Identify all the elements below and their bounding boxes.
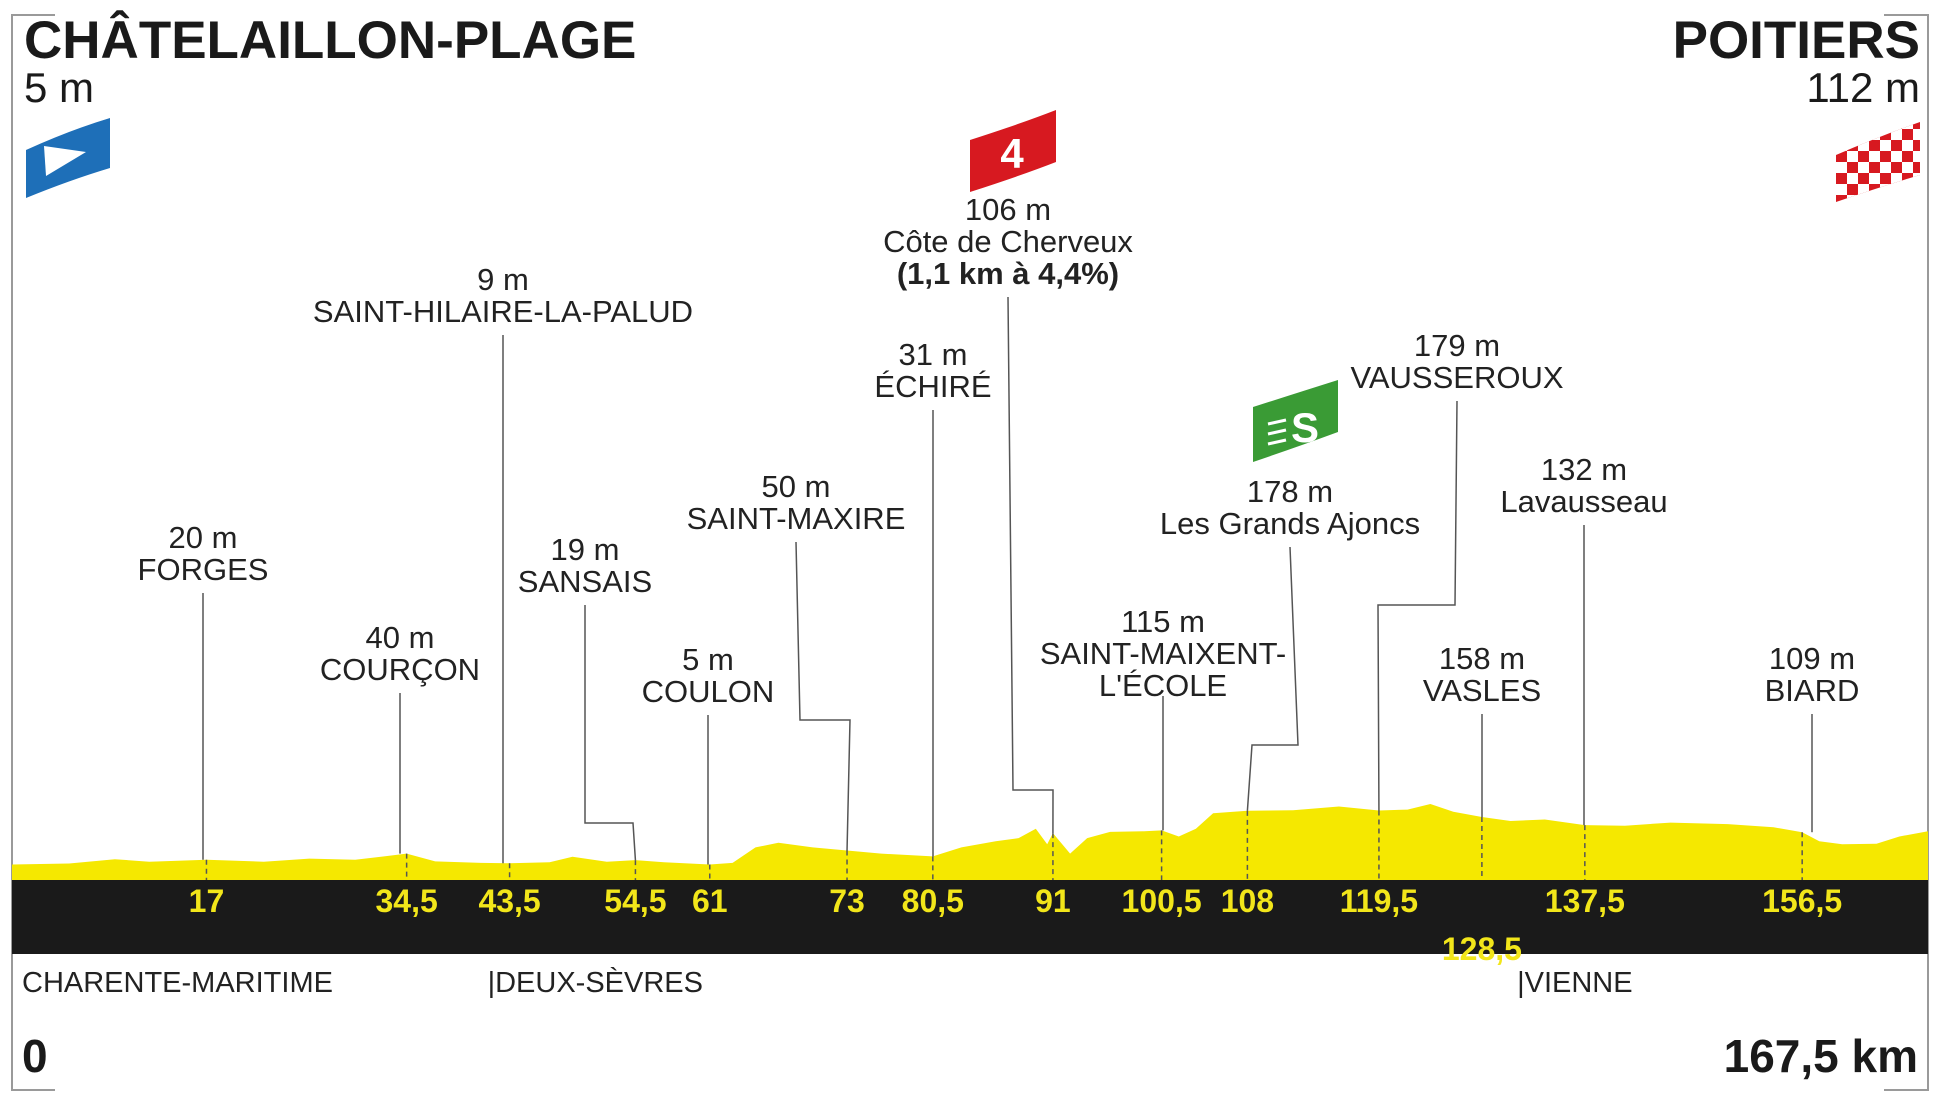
km-label: 17	[189, 883, 225, 919]
km-label: 108	[1221, 883, 1274, 919]
waypoint-altitude: 179 m	[1414, 328, 1500, 363]
waypoint-name: ÉCHIRÉ	[874, 369, 991, 404]
region-label: |VIENNE	[1517, 967, 1633, 999]
waypoint-altitude: 109 m	[1769, 641, 1855, 676]
waypoint-name: BIARD	[1765, 673, 1860, 708]
waypoint-leader	[1246, 546, 1299, 811]
km-label: 34,5	[375, 883, 437, 919]
km-label: 128,5	[1442, 931, 1522, 967]
waypoint-name-line2: L'ÉCOLE	[1099, 668, 1227, 703]
waypoint-altitude: 19 m	[551, 532, 620, 567]
climb-details: (1,1 km à 4,4%)	[897, 256, 1119, 291]
waypoint-altitude: 5 m	[682, 642, 734, 677]
distance-start: 0	[22, 1030, 48, 1082]
finish-altitude: 112 m	[1806, 64, 1920, 111]
waypoint-name: Les Grands Ajoncs	[1160, 506, 1420, 541]
waypoint-name: FORGES	[138, 552, 269, 587]
start-flag-icon	[26, 118, 110, 198]
km-label: 54,5	[604, 883, 666, 919]
start-altitude: 5 m	[24, 64, 94, 111]
km-label: 61	[692, 883, 728, 919]
climb-category-badge-icon: 4	[970, 110, 1056, 192]
waypoint-labels: 20 mFORGES 40 mCOURÇON 9 mSAINT-HILAIRE-LA…	[138, 192, 1860, 709]
finish-name: POITIERS	[1673, 11, 1920, 70]
leader-lines	[202, 296, 1813, 865]
waypoint-name: VASLES	[1423, 673, 1541, 708]
km-label: 156,5	[1762, 883, 1842, 919]
km-label: 137,5	[1545, 883, 1625, 919]
km-label: 100,5	[1122, 883, 1202, 919]
sprint-badge-icon: S	[1253, 380, 1338, 462]
waypoint-leader	[795, 541, 851, 851]
waypoint-altitude: 158 m	[1439, 641, 1525, 676]
waypoint-name: SAINT-MAIXENT-	[1040, 636, 1286, 671]
waypoint-altitude: 50 m	[762, 469, 831, 504]
km-label: 80,5	[902, 883, 964, 919]
region-label: CHARENTE-MARITIME	[22, 967, 333, 999]
km-label: 91	[1035, 883, 1071, 919]
waypoint-altitude: 178 m	[1247, 474, 1333, 509]
finish-flag-icon	[1836, 122, 1920, 202]
stage-profile-chart: CHÂTELAILLON-PLAGE 5 m POITIERS 112 m 4 …	[11, 9, 1929, 1091]
waypoint-name: SAINT-MAXIRE	[687, 501, 906, 536]
km-label: 119,5	[1340, 883, 1418, 919]
waypoint-altitude: 31 m	[899, 337, 968, 372]
waypoint-altitude: 9 m	[477, 262, 529, 297]
start-name: CHÂTELAILLON-PLAGE	[24, 9, 636, 70]
profile-area	[12, 804, 1928, 880]
km-label: 73	[829, 883, 865, 919]
waypoint-altitude: 132 m	[1541, 452, 1627, 487]
waypoint-leader	[1377, 400, 1458, 811]
waypoint-name: COULON	[642, 674, 775, 709]
waypoint-altitude: 20 m	[169, 520, 238, 555]
waypoint-leader	[1007, 296, 1054, 834]
waypoint-altitude: 40 m	[366, 620, 435, 655]
distance-end: 167,5 km	[1724, 1030, 1918, 1082]
waypoint-name: Lavausseau	[1500, 484, 1667, 519]
climb-category-label: 4	[1000, 130, 1024, 177]
waypoint-name: SAINT-HILAIRE-LA-PALUD	[313, 294, 693, 329]
km-band	[12, 880, 1928, 954]
waypoint-name: Côte de Cherveux	[883, 224, 1133, 259]
waypoint-name: COURÇON	[320, 652, 480, 687]
waypoint-altitude: 106 m	[965, 192, 1051, 227]
region-label: |DEUX-SÈVRES	[488, 966, 703, 999]
sprint-symbol: S	[1291, 404, 1319, 451]
waypoint-name: VAUSSEROUX	[1350, 360, 1563, 395]
km-label: 43,5	[478, 883, 540, 919]
waypoint-altitude: 115 m	[1121, 604, 1205, 639]
waypoint-name: SANSAIS	[518, 564, 652, 599]
region-labels: CHARENTE-MARITIME |DEUX-SÈVRES |VIENNE	[22, 966, 1633, 999]
waypoint-leader	[584, 605, 637, 861]
elevation-profile	[12, 804, 1928, 880]
